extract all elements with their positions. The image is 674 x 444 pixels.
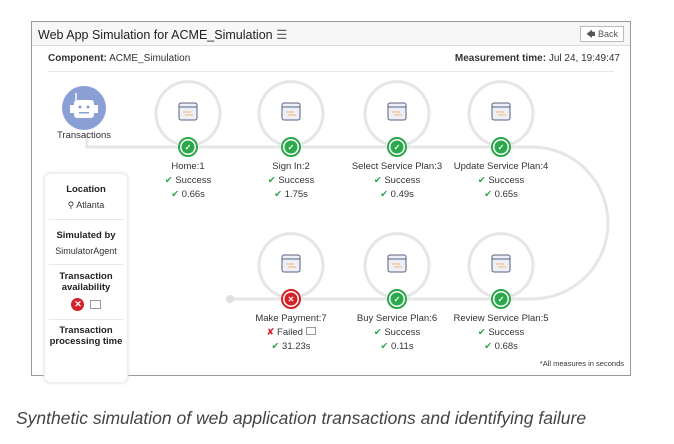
check-icon: ✔ [373, 175, 382, 186]
measures-note: *All measures in seconds [539, 359, 624, 368]
step-node[interactable]: ✕ [257, 232, 325, 309]
browser-window-icon [281, 102, 301, 121]
x-icon: ✘ [266, 327, 275, 338]
step-name: Make Payment:7 [255, 313, 327, 324]
step-time: ✔ 0.68s [484, 341, 518, 352]
svg-text:✓: ✓ [394, 143, 401, 152]
check-icon: ✔ [171, 189, 180, 200]
svg-text:✓: ✓ [185, 143, 192, 152]
simulation-panel: Web App Simulation for ACME_Simulation ☰… [31, 21, 631, 383]
check-icon: ✔ [380, 341, 389, 352]
step-name: Home:1 [171, 161, 205, 172]
step-node[interactable]: ✓ [257, 80, 325, 157]
step-name: Select Service Plan:3 [351, 161, 443, 172]
check-icon: ✔ [373, 327, 382, 338]
check-icon: ✔ [477, 327, 486, 338]
step-node[interactable]: ✓ [154, 80, 222, 157]
transactions-label: Transactions [56, 130, 112, 141]
step-name: Buy Service Plan:6 [356, 313, 438, 324]
screenshot-icon[interactable] [305, 327, 316, 335]
step-status: ✔ Success [373, 327, 421, 338]
step-node[interactable]: ✓ [467, 232, 535, 309]
step-time: ✔ 0.66s [171, 189, 205, 200]
step-node[interactable]: ✓ [363, 80, 431, 157]
location-label: Location [66, 184, 106, 195]
step-time: ✔ 0.11s [380, 341, 414, 352]
step-status: ✔ Success [267, 175, 315, 186]
step-status: ✔ Success [373, 175, 421, 186]
failed-icon: ✕ [71, 298, 85, 311]
step-node[interactable]: ✓ [363, 232, 431, 309]
step-label: Buy Service Plan:6 ✔ Success ✔ 0.11s [337, 312, 457, 354]
check-icon: ✔ [484, 189, 493, 200]
step-label: Review Service Plan:5 ✔ Success ✔ 0.68s [441, 312, 561, 354]
browser-window-icon [491, 102, 511, 121]
step-time: ✔ 31.23s [271, 341, 311, 352]
location-value: ⚲ Atlanta [45, 200, 127, 211]
step-status: ✘ Failed [231, 326, 351, 340]
step-label: Select Service Plan:3 ✔ Success ✔ 0.49s [337, 160, 457, 202]
step-label: Sign In:2 ✔ Success ✔ 1.75s [231, 160, 351, 202]
step-label: Update Service Plan:4 ✔ Success ✔ 0.65s [441, 160, 561, 202]
step-name: Update Service Plan:4 [453, 161, 549, 172]
flow-end-dot [226, 295, 234, 303]
availability-label: Transaction availability [59, 271, 113, 293]
svg-text:✓: ✓ [498, 143, 505, 152]
check-icon: ✔ [484, 341, 493, 352]
step-name: Sign In:2 [272, 161, 310, 172]
availability-value: ✕ [45, 298, 127, 311]
simulated-by-value: SimulatorAgent [55, 246, 117, 256]
svg-text:✓: ✓ [394, 295, 401, 304]
step-time: ✔ 0.65s [484, 189, 518, 200]
robot-icon [62, 86, 106, 130]
browser-window-icon [491, 254, 511, 273]
processing-time-label: Transaction processing time [49, 325, 123, 347]
step-label: Home:1 ✔ Success ✔ 0.66s [128, 160, 248, 202]
divider [49, 319, 123, 320]
step-time: ✔ 0.49s [380, 189, 414, 200]
step-status: ✔ Success [477, 327, 525, 338]
step-status: ✔ Success [477, 175, 525, 186]
info-sidebar: Location ⚲ Atlanta Simulated by Simulato… [44, 173, 128, 383]
browser-window-icon [178, 102, 198, 121]
check-icon: ✔ [271, 341, 280, 352]
svg-text:✓: ✓ [288, 143, 295, 152]
step-time: ✔ 1.75s [274, 189, 308, 200]
step-node[interactable]: ✓ [467, 80, 535, 157]
check-icon: ✔ [274, 189, 283, 200]
step-status: ✔ Success [164, 175, 212, 186]
check-icon: ✔ [164, 175, 173, 186]
check-icon: ✔ [380, 189, 389, 200]
location-text: Atlanta [76, 200, 105, 210]
screenshot-icon[interactable] [89, 300, 101, 310]
check-icon: ✔ [477, 175, 486, 186]
figure-caption: Synthetic simulation of web application … [16, 408, 587, 428]
divider [49, 219, 123, 220]
divider [49, 264, 123, 265]
svg-text:✕: ✕ [288, 295, 295, 304]
browser-window-icon [281, 254, 301, 273]
step-label: Make Payment:7 ✘ Failed ✔ 31.23s [231, 312, 351, 354]
step-name: Review Service Plan:5 [453, 313, 549, 324]
map-pin-icon: ⚲ [67, 200, 75, 210]
simulated-by-label: Simulated by [56, 230, 116, 241]
browser-window-icon [387, 254, 407, 273]
check-icon: ✔ [267, 175, 276, 186]
svg-text:✓: ✓ [498, 295, 505, 304]
browser-window-icon [387, 102, 407, 121]
